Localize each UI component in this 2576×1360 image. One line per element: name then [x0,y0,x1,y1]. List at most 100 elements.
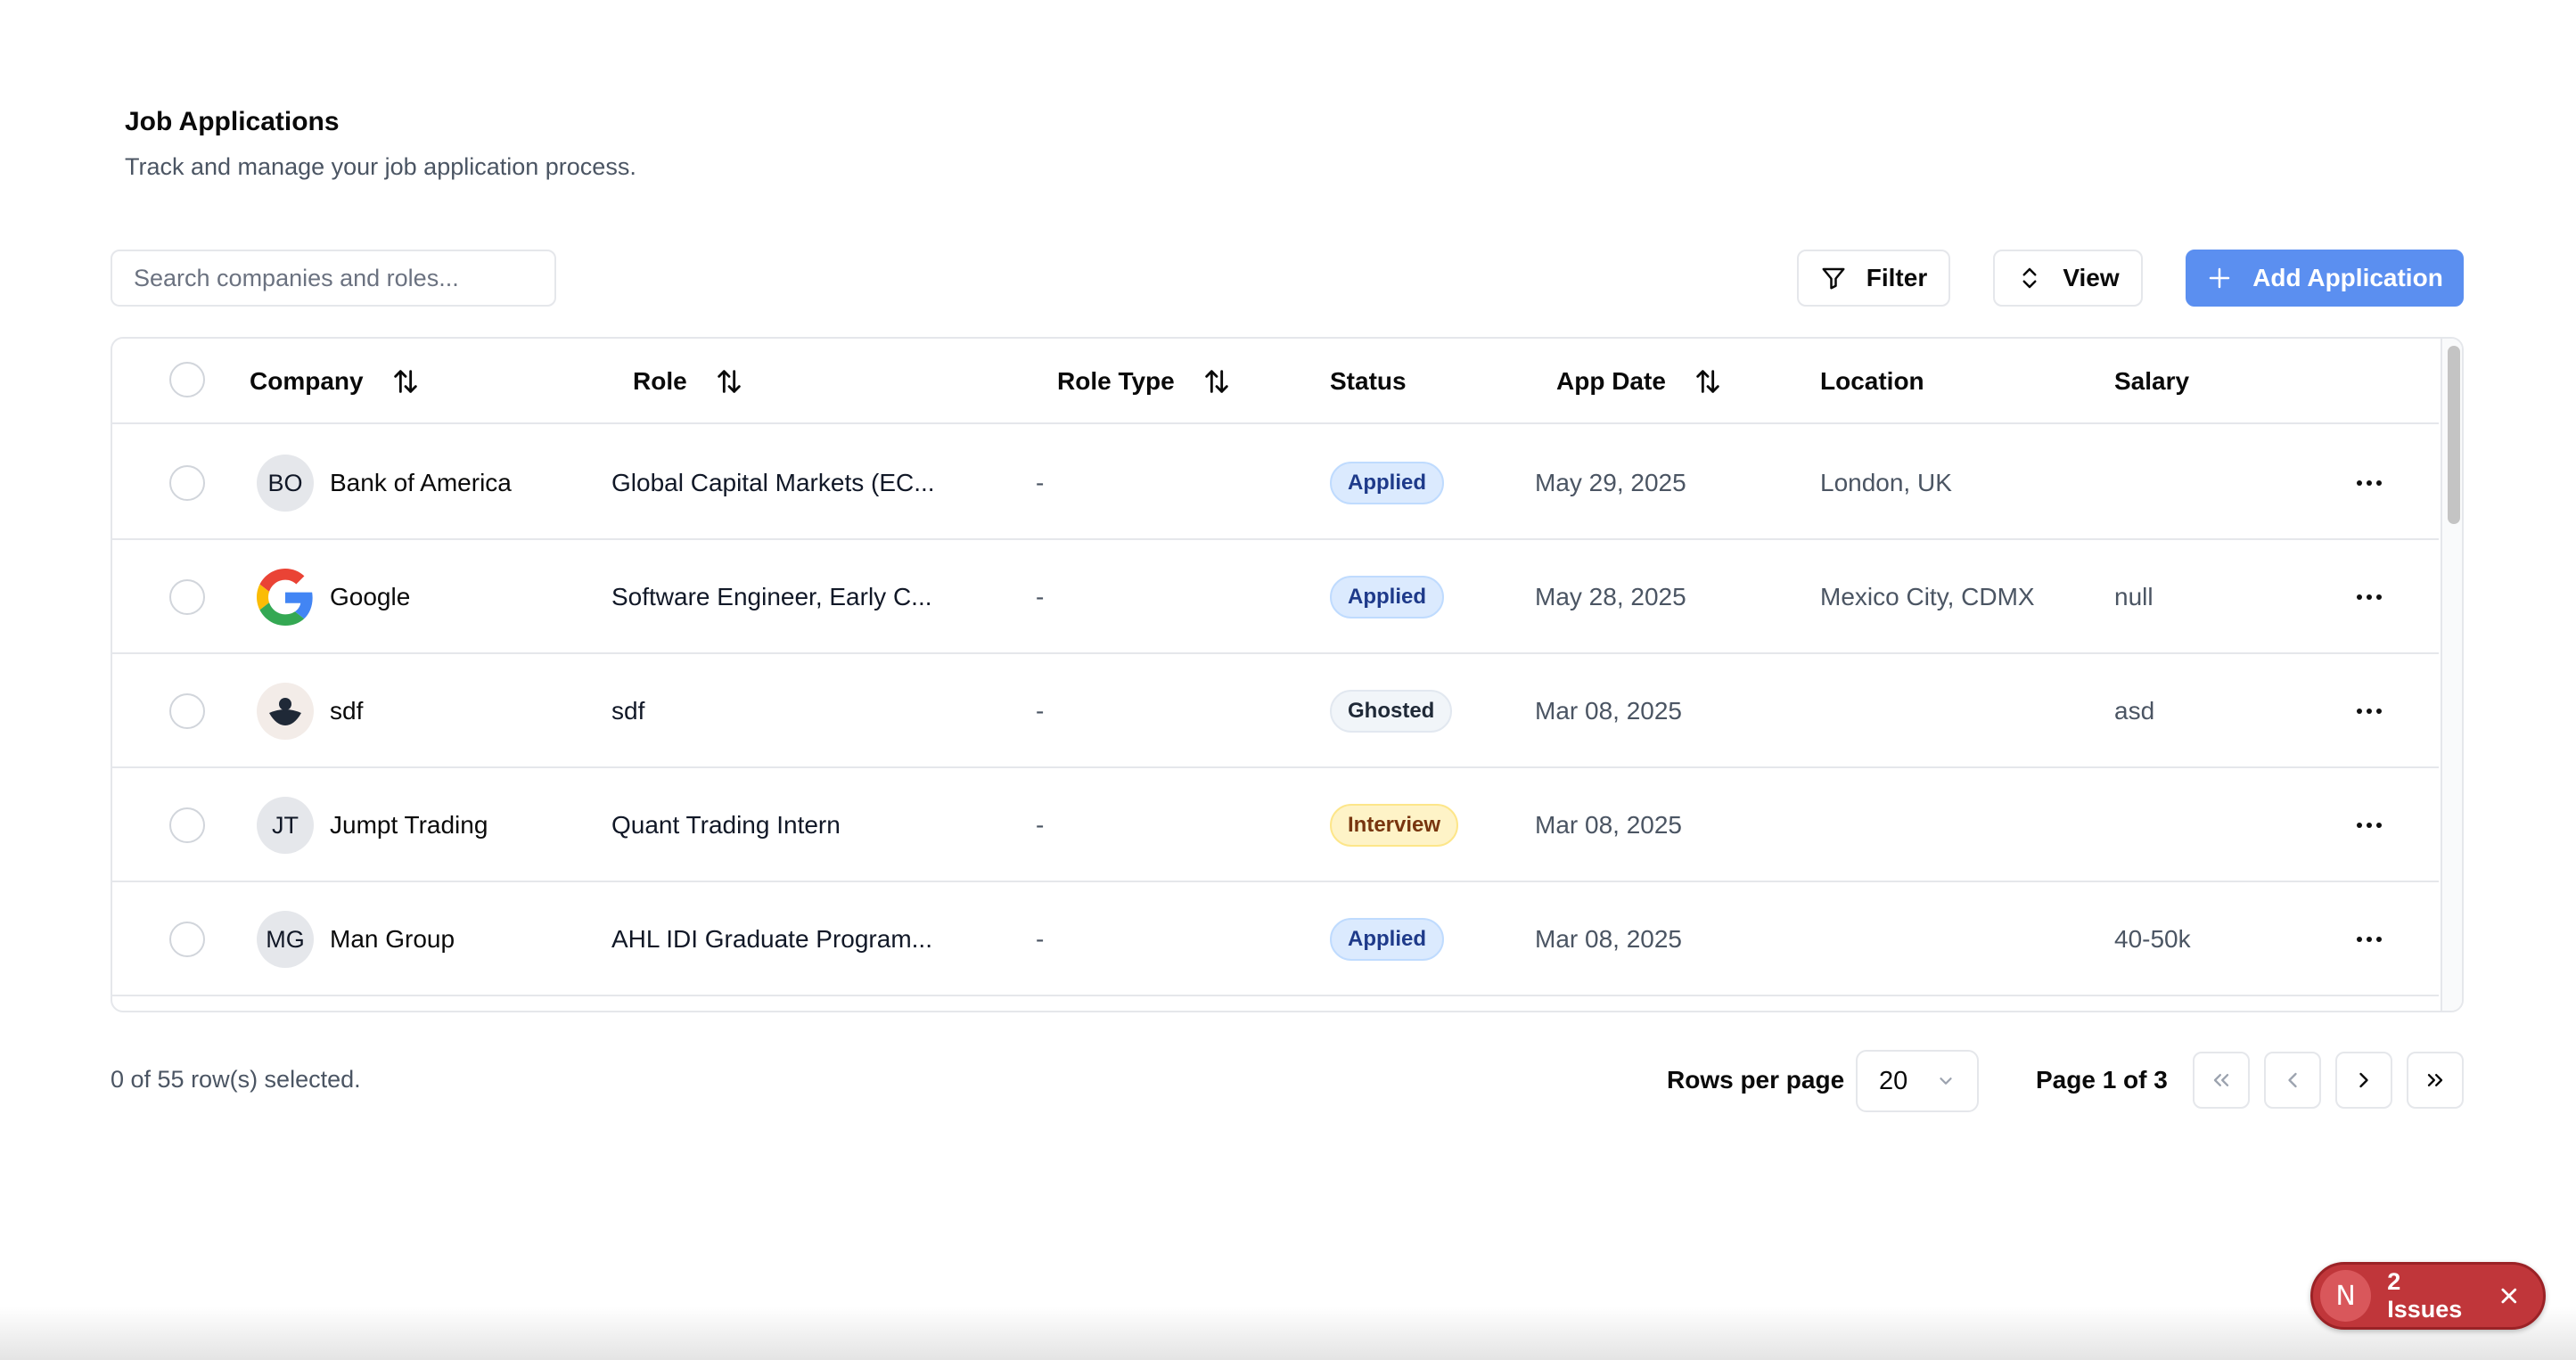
column-header-salary: Salary [2114,367,2190,395]
close-icon[interactable] [2497,1283,2522,1308]
scrollbar-thumb[interactable] [2448,346,2460,524]
sort-icon [717,370,741,393]
status-badge: Applied [1330,576,1444,619]
issues-label: 2 Issues [2387,1268,2463,1323]
column-header-role[interactable]: Role [633,339,744,424]
page-title: Job Applications [125,107,340,136]
chevron-down-icon [1940,1077,1952,1085]
salary-cell: null [2114,583,2154,610]
nextjs-logo-icon: N [2320,1270,2372,1322]
search-input[interactable] [111,250,556,307]
row-actions-button[interactable] [2350,426,2389,540]
plus-icon [2209,267,2230,289]
column-header-company[interactable]: Company [250,339,421,424]
role-cell: AHL IDI Graduate Program... [611,925,932,953]
company-avatar: MG [257,911,314,968]
row-checkbox[interactable] [169,922,205,957]
row-actions-button[interactable] [2350,654,2389,768]
table-row[interactable]: MG Man Group AHL IDI Graduate Program...… [112,882,2439,996]
google-logo-icon [257,569,314,626]
more-horizontal-icon [2357,594,2382,600]
table-header: Company Role Role Type Status App Date L… [112,339,2439,424]
page-subtitle: Track and manage your job application pr… [125,153,636,180]
company-avatar: JT [257,797,314,854]
app-date-cell: Mar 08, 2025 [1535,697,1682,725]
last-page-button[interactable] [2407,1052,2464,1109]
more-horizontal-icon [2357,937,2382,942]
chevron-right-icon [2359,1072,2368,1088]
company-name: sdf [330,697,364,725]
more-horizontal-icon [2357,823,2382,828]
table-row[interactable]: Google Software Engineer, Early C... - A… [112,540,2439,654]
table-row[interactable]: JT Jumpt Trading Quant Trading Intern - … [112,768,2439,882]
bird-logo-icon [257,683,314,740]
role-type-cell: - [1036,925,1045,953]
selected-row-count: 0 of 55 row(s) selected. [111,1066,361,1093]
table-scrollbar[interactable] [2441,339,2462,1011]
add-application-button[interactable]: Add Application [2186,250,2464,307]
filter-button[interactable]: Filter [1797,250,1950,307]
view-label: View [2063,264,2120,291]
page-indicator: Page 1 of 3 [2036,1066,2168,1094]
filter-label: Filter [1866,264,1928,291]
row-checkbox[interactable] [169,465,205,501]
row-actions-button[interactable] [2350,768,2389,882]
issues-indicator[interactable]: N 2 Issues [2310,1262,2546,1330]
app-date-cell: May 29, 2025 [1535,469,1686,496]
more-horizontal-icon [2357,709,2382,714]
row-checkbox[interactable] [169,807,205,843]
role-cell: Software Engineer, Early C... [611,583,932,610]
status-badge: Interview [1330,804,1459,847]
role-type-cell: - [1036,697,1045,725]
role-type-cell: - [1036,469,1045,496]
role-cell: Quant Trading Intern [611,811,841,839]
app-date-cell: Mar 08, 2025 [1535,811,1682,839]
previous-page-button[interactable] [2264,1052,2321,1109]
company-name: Google [330,583,411,610]
role-cell: sdf [611,697,645,725]
status-badge: Ghosted [1330,690,1453,733]
sort-icon [1204,370,1228,393]
company-avatar: BO [257,455,314,512]
row-actions-button[interactable] [2350,882,2389,996]
role-type-cell: - [1036,583,1045,610]
location-cell: London, UK [1820,469,1952,496]
applications-table: Company Role Role Type Status App Date L… [111,337,2464,1012]
column-header-app-date[interactable]: App Date [1556,339,1723,424]
sort-icon [393,370,417,393]
location-cell: Mexico City, CDMX [1820,583,2035,610]
chevron-left-icon [2288,1072,2297,1088]
app-date-cell: May 28, 2025 [1535,583,1686,610]
rows-per-page-select[interactable]: 20 [1856,1050,1979,1112]
chevrons-right-icon [2427,1074,2443,1086]
view-button[interactable]: View [1993,250,2143,307]
row-checkbox[interactable] [169,693,205,729]
company-name: Man Group [330,925,455,953]
next-page-button[interactable] [2335,1052,2392,1109]
role-type-cell: - [1036,811,1045,839]
rows-per-page-value: 20 [1879,1066,1908,1095]
column-header-status: Status [1330,367,1407,395]
chevrons-up-down-icon [2022,267,2037,289]
more-horizontal-icon [2357,480,2382,486]
sort-icon [1696,370,1719,393]
bottom-shade [0,1307,2576,1360]
first-page-button[interactable] [2193,1052,2250,1109]
add-application-label: Add Application [2252,264,2443,291]
row-checkbox[interactable] [169,579,205,615]
salary-cell: 40-50k [2114,925,2191,953]
status-badge: Applied [1330,918,1444,961]
company-name: Jumpt Trading [330,811,488,839]
salary-cell: asd [2114,697,2155,725]
table-row[interactable]: sdf sdf - Ghosted Mar 08, 2025 asd [112,654,2439,768]
rows-per-page-label: Rows per page [1667,1066,1845,1094]
role-cell: Global Capital Markets (EC... [611,469,935,496]
row-actions-button[interactable] [2350,540,2389,654]
column-header-location: Location [1820,367,1924,395]
chevrons-left-icon [2213,1074,2229,1086]
company-name: Bank of America [330,469,512,496]
column-header-role-type[interactable]: Role Type [1057,339,1232,424]
filter-icon [1822,267,1845,290]
table-row[interactable]: BO Bank of America Global Capital Market… [112,426,2439,540]
select-all-checkbox[interactable] [169,362,205,397]
